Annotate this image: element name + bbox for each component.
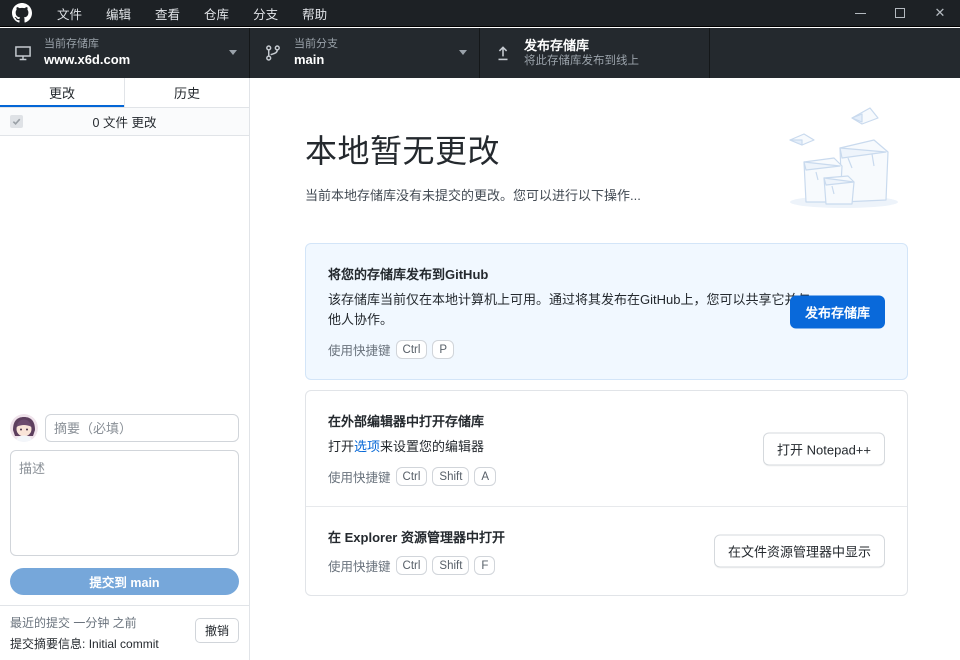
sidebar: 更改 历史 0 文件 更改 — [0, 78, 250, 660]
kbd-ctrl: Ctrl — [396, 340, 428, 359]
changed-files-count: 0 文件 更改 — [0, 112, 249, 131]
open-in-explorer-card: 在 Explorer 资源管理器中打开 使用快捷键 Ctrl Shift F 在… — [306, 506, 907, 595]
commit-to-main-button[interactable]: 提交到 main — [10, 568, 239, 595]
last-commit-summary-label: 提交摘要信息: — [10, 637, 85, 651]
git-branch-icon — [264, 44, 282, 62]
commit-summary-input[interactable] — [45, 414, 239, 442]
tab-changes[interactable]: 更改 — [0, 78, 124, 107]
menubar: 文件 编辑 查看 仓库 分支 帮助 — [45, 0, 339, 28]
branch-label: 当前分支 — [294, 38, 338, 52]
github-desktop-window: 文件 编辑 查看 仓库 分支 帮助 ✕ 当前存储库 www.x6d.com — [0, 0, 960, 660]
publish-subtitle: 将此存储库发布到线上 — [524, 54, 639, 68]
maximize-button[interactable] — [880, 0, 920, 26]
editor-body-suffix: 来设置您的编辑器 — [380, 439, 484, 454]
open-editor-button[interactable]: 打开 Notepad++ — [763, 432, 885, 465]
editor-body-prefix: 打开 — [328, 439, 354, 454]
github-logo-icon — [12, 3, 32, 23]
editor-card-title: 在外部编辑器中打开存储库 — [328, 411, 885, 430]
repo-label: 当前存储库 — [44, 38, 130, 52]
kbd-p: P — [432, 340, 454, 359]
undo-commit-button[interactable]: 撤销 — [195, 618, 239, 643]
last-commit-footer: 最近的提交 一分钟 之前 提交摘要信息: Initial commit 撤销 — [0, 605, 249, 660]
upload-icon — [494, 44, 512, 62]
menu-file[interactable]: 文件 — [45, 0, 94, 28]
shortcut-label: 使用快捷键 — [328, 467, 391, 486]
avatar — [10, 414, 38, 442]
maximize-icon — [895, 8, 905, 18]
kbd-shift: Shift — [432, 467, 469, 486]
chevron-down-icon — [459, 50, 467, 55]
menu-view[interactable]: 查看 — [143, 0, 192, 28]
toolbar: 当前存储库 www.x6d.com 当前分支 main — [0, 28, 960, 78]
publish-repository-card: 将您的存储库发布到GitHub 该存储库当前仅在本地计算机上可用。通过将其发布在… — [305, 243, 908, 380]
kbd-ctrl: Ctrl — [396, 467, 428, 486]
kbd-f: F — [474, 556, 495, 575]
menu-help[interactable]: 帮助 — [290, 0, 339, 28]
close-button[interactable]: ✕ — [920, 0, 960, 26]
titlebar: 文件 编辑 查看 仓库 分支 帮助 ✕ — [0, 0, 960, 27]
publish-title: 发布存储库 — [524, 38, 639, 54]
changed-files-header: 0 文件 更改 — [0, 108, 249, 136]
minimize-icon — [855, 13, 866, 14]
repo-name: www.x6d.com — [44, 52, 130, 68]
no-changes-view: 本地暂无更改 当前本地存储库没有未提交的更改。您可以进行以下操作... 将您的存… — [250, 78, 960, 660]
close-icon: ✕ — [935, 5, 946, 21]
shortcut-label: 使用快捷键 — [328, 340, 391, 359]
commit-form: 提交到 main — [0, 406, 249, 605]
branch-name: main — [294, 52, 338, 68]
action-card-list: 在外部编辑器中打开存储库 打开选项来设置您的编辑器 使用快捷键 Ctrl Shi… — [305, 390, 908, 596]
show-in-explorer-button[interactable]: 在文件资源管理器中显示 — [714, 535, 885, 568]
menu-repository[interactable]: 仓库 — [192, 0, 241, 28]
open-in-editor-card: 在外部编辑器中打开存储库 打开选项来设置您的编辑器 使用快捷键 Ctrl Shi… — [306, 391, 907, 506]
branch-text: 当前分支 main — [294, 38, 338, 68]
commit-description-input[interactable] — [10, 450, 239, 556]
repo-text: 当前存储库 www.x6d.com — [44, 38, 130, 68]
editor-card-shortcut: 使用快捷键 Ctrl Shift A — [328, 467, 885, 486]
shortcut-label: 使用快捷键 — [328, 556, 391, 575]
window-controls: ✕ — [840, 0, 960, 26]
paper-stack-illustration — [782, 100, 912, 210]
sidebar-tabs: 更改 历史 — [0, 78, 249, 108]
minimize-button[interactable] — [840, 0, 880, 26]
publish-repository-toolbar-button[interactable]: 发布存储库 将此存储库发布到线上 — [480, 28, 710, 78]
tab-history[interactable]: 历史 — [124, 78, 249, 107]
last-commit-summary-value: Initial commit — [89, 637, 159, 651]
publish-repository-button[interactable]: 发布存储库 — [790, 295, 885, 328]
options-link[interactable]: 选项 — [354, 439, 380, 454]
changes-list-empty — [0, 136, 249, 406]
menu-edit[interactable]: 编辑 — [94, 0, 143, 28]
publish-card-shortcut: 使用快捷键 Ctrl P — [328, 340, 885, 359]
menu-branch[interactable]: 分支 — [241, 0, 290, 28]
chevron-down-icon — [229, 50, 237, 55]
current-branch-dropdown[interactable]: 当前分支 main — [250, 28, 480, 78]
editor-card-body: 打开选项来设置您的编辑器 — [328, 437, 818, 457]
kbd-ctrl: Ctrl — [396, 556, 428, 575]
publish-text: 发布存储库 将此存储库发布到线上 — [524, 38, 639, 69]
check-icon — [12, 117, 21, 126]
computer-icon — [14, 44, 32, 62]
kbd-shift: Shift — [432, 556, 469, 575]
publish-card-body: 该存储库当前仅在本地计算机上可用。通过将其发布在GitHub上，您可以共享它并与… — [328, 290, 818, 330]
kbd-a: A — [474, 467, 496, 486]
publish-card-title: 将您的存储库发布到GitHub — [328, 264, 885, 283]
current-repository-dropdown[interactable]: 当前存储库 www.x6d.com — [0, 28, 250, 78]
select-all-checkbox[interactable] — [10, 115, 23, 128]
